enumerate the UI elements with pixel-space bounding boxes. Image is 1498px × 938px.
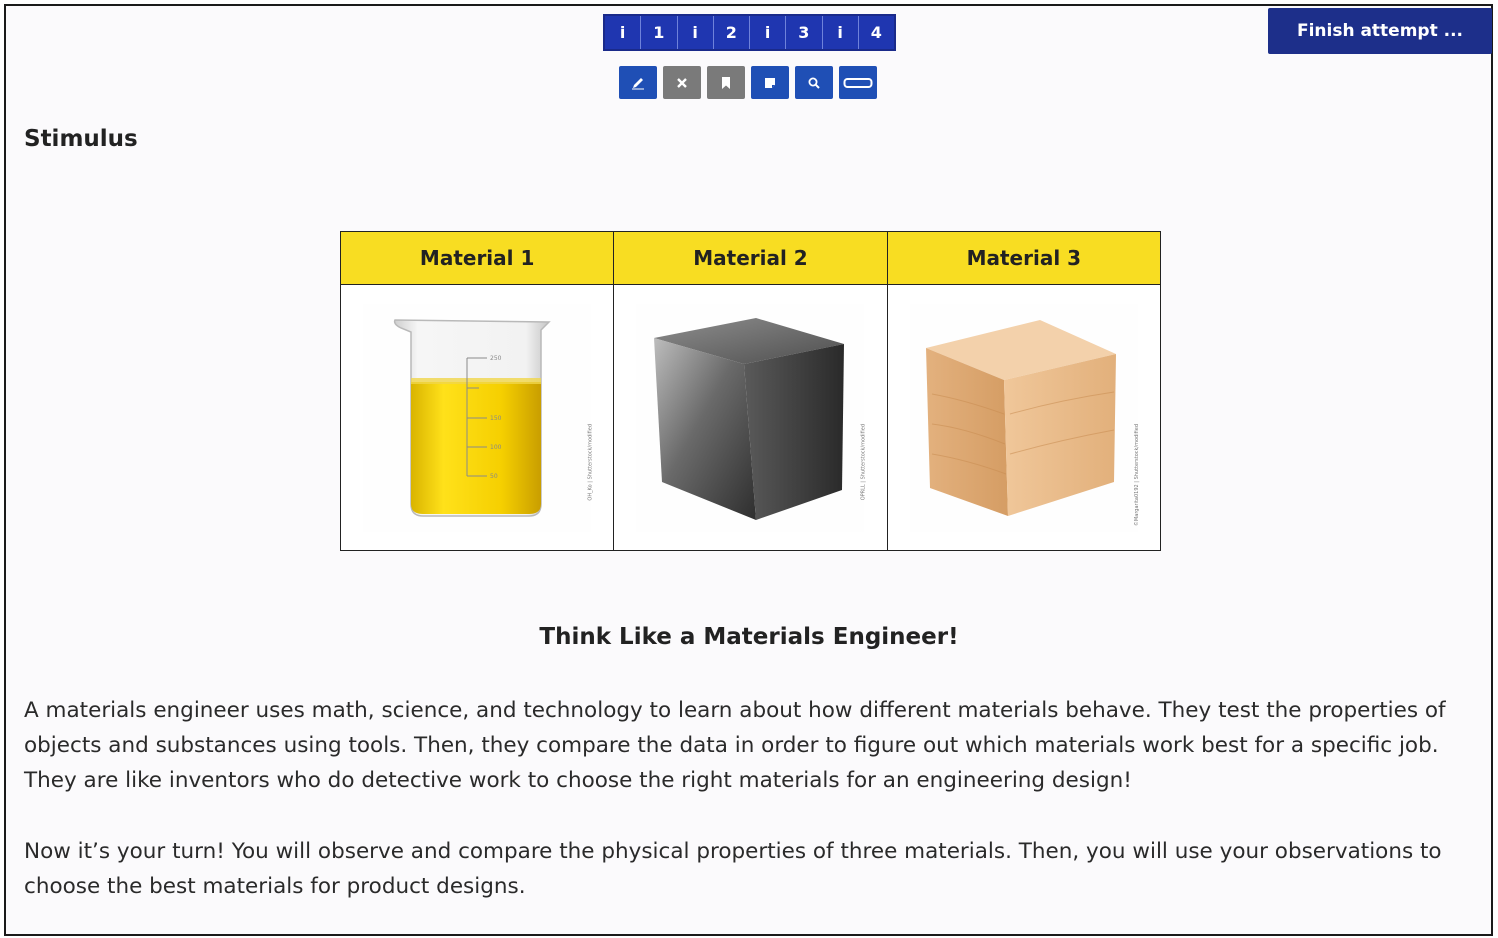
close-icon bbox=[677, 77, 687, 88]
qnav-info-3[interactable]: i bbox=[750, 16, 787, 49]
table-image-row: 250 150 100 50 OH_Ko | Shutterstock/modi… bbox=[339, 284, 1162, 551]
qnav-question-3[interactable]: 3 bbox=[786, 16, 823, 49]
stimulus-heading: Stimulus bbox=[24, 126, 138, 152]
pencil-tool-button[interactable] bbox=[619, 66, 657, 99]
beaker-liquid-image: 250 150 100 50 OH_Ko | Shutterstock/modi… bbox=[363, 303, 594, 532]
svg-text:250: 250 bbox=[490, 355, 502, 362]
task-paragraph: Now it’s your turn! You will observe and… bbox=[24, 839, 1442, 899]
note-tool-button[interactable] bbox=[751, 66, 789, 99]
material-3-header: Material 3 bbox=[886, 231, 1162, 285]
material-1-cell: 250 150 100 50 OH_Ko | Shutterstock/modi… bbox=[339, 284, 615, 551]
svg-text:50: 50 bbox=[490, 473, 498, 480]
svg-text:100: 100 bbox=[490, 444, 502, 451]
line-reader-tool-button[interactable] bbox=[839, 66, 877, 99]
section-title: Think Like a Materials Engineer! bbox=[539, 624, 959, 650]
question-navigation: i 1 i 2 i 3 i 4 bbox=[603, 14, 896, 51]
svg-text:150: 150 bbox=[490, 415, 502, 422]
material-1-header: Material 1 bbox=[339, 231, 615, 285]
materials-table: Material 1 Material 2 Material 3 250 150… bbox=[339, 231, 1162, 551]
intro-paragraph: A materials engineer uses math, science,… bbox=[24, 698, 1446, 793]
bookmark-tool-button[interactable] bbox=[707, 66, 745, 99]
qnav-question-2[interactable]: 2 bbox=[714, 16, 750, 49]
image-credit-2: OPRLL | Shutterstock/modified bbox=[860, 423, 867, 500]
zoom-tool-button[interactable] bbox=[795, 66, 833, 99]
line-reader-icon bbox=[843, 77, 873, 88]
material-2-header: Material 2 bbox=[613, 231, 888, 285]
zoom-icon bbox=[808, 77, 820, 89]
eliminate-tool-button[interactable] bbox=[663, 66, 701, 99]
qnav-info-2[interactable]: i bbox=[678, 16, 714, 49]
metal-cube-image: OPRLL | Shutterstock/modified bbox=[636, 303, 867, 532]
qnav-info-1[interactable]: i bbox=[605, 16, 642, 49]
tool-bar bbox=[619, 66, 877, 100]
qnav-question-1[interactable]: 1 bbox=[641, 16, 678, 49]
qnav-info-4[interactable]: i bbox=[823, 16, 859, 49]
table-header-row: Material 1 Material 2 Material 3 bbox=[339, 231, 1162, 285]
material-2-cell: OPRLL | Shutterstock/modified bbox=[613, 284, 888, 551]
image-credit-3: ©Margarita0192 | Shutterstock/modified bbox=[1133, 423, 1140, 526]
qnav-question-4[interactable]: 4 bbox=[859, 16, 894, 49]
finish-attempt-button[interactable]: Finish attempt ... bbox=[1268, 8, 1492, 54]
pencil-icon bbox=[632, 77, 644, 89]
bookmark-icon bbox=[722, 76, 730, 89]
wood-cube-image: ©Margarita0192 | Shutterstock/modified bbox=[909, 303, 1140, 532]
note-icon bbox=[765, 77, 775, 88]
image-credit-1: OH_Ko | Shutterstock/modified bbox=[587, 423, 594, 501]
material-3-cell: ©Margarita0192 | Shutterstock/modified bbox=[886, 284, 1162, 551]
